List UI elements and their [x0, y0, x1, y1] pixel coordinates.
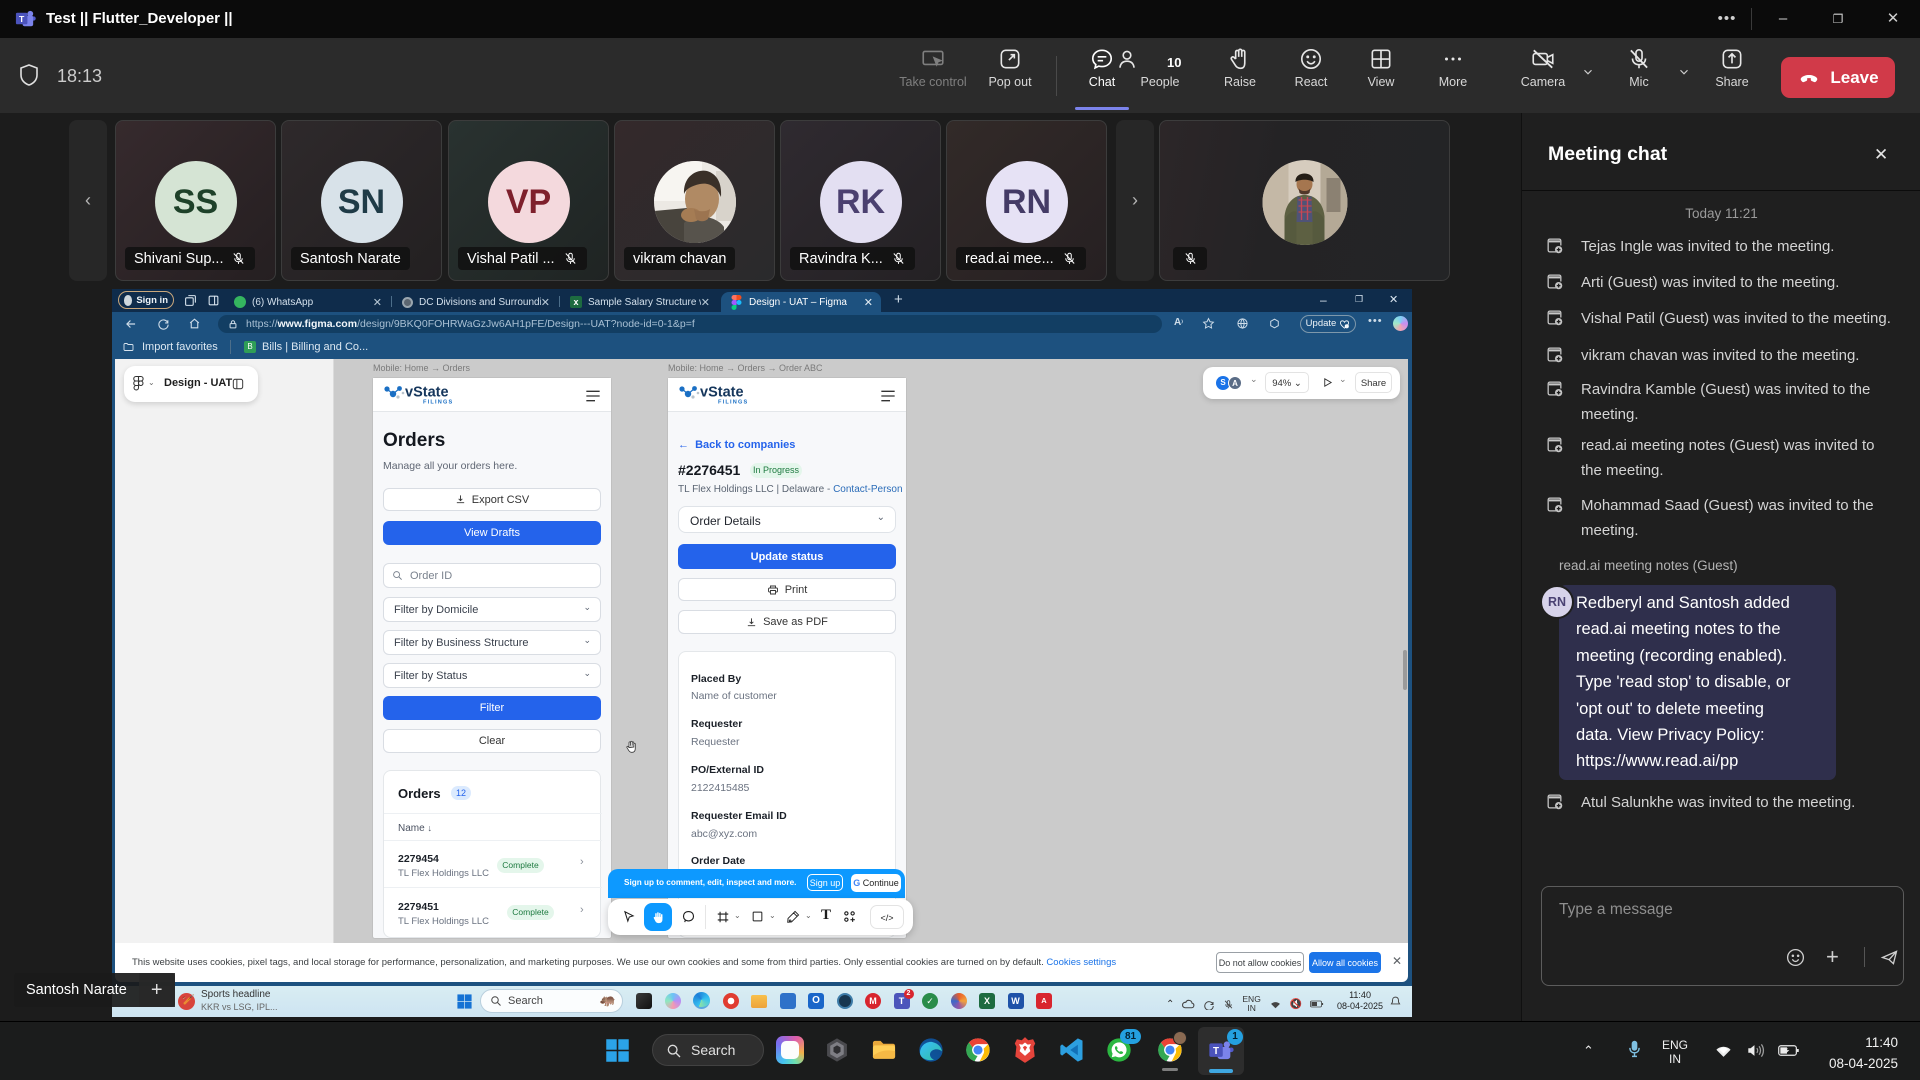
- svg-text:FILINGS: FILINGS: [423, 400, 453, 406]
- svg-text:vState: vState: [405, 385, 449, 401]
- svg-text:!: !: [1346, 324, 1347, 328]
- svg-text:T: T: [19, 14, 25, 24]
- svg-text:FILINGS: FILINGS: [718, 400, 748, 406]
- svg-text:vState: vState: [700, 385, 744, 401]
- svg-text:T: T: [1213, 1046, 1219, 1057]
